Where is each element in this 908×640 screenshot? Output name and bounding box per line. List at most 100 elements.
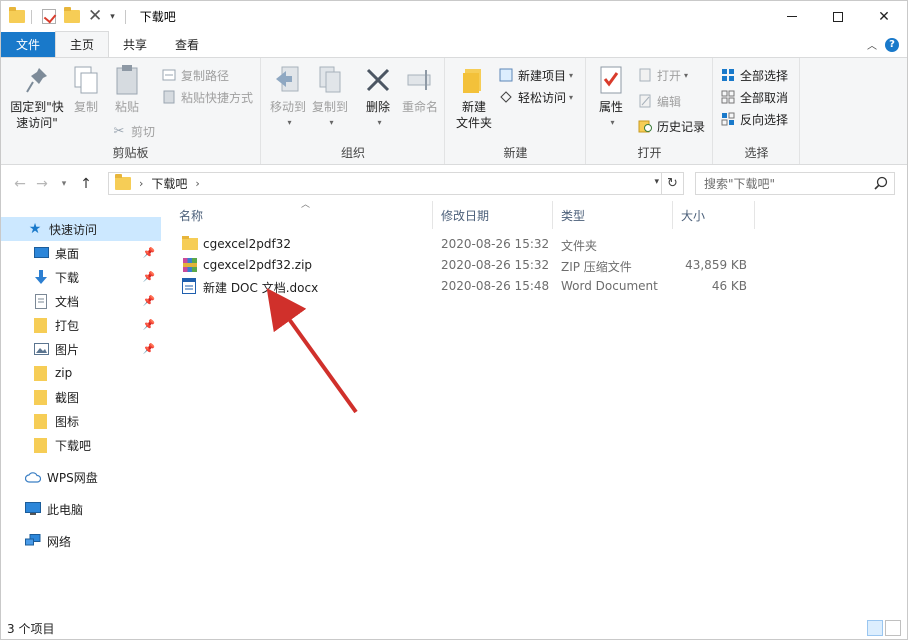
address-dropdown-icon[interactable]: ▾ bbox=[654, 177, 659, 187]
tab-view[interactable]: 查看 bbox=[161, 32, 213, 57]
column-header-size[interactable]: 大小 bbox=[673, 201, 755, 229]
pin-icon[interactable]: 📌 bbox=[143, 248, 155, 259]
sidebar-item-pictures[interactable]: 图片 📌 bbox=[1, 337, 161, 361]
pin-quick-access-button[interactable]: 固定到"快速访问" bbox=[7, 64, 67, 131]
select-all-button[interactable]: 全部选择 bbox=[720, 65, 788, 85]
open-icon bbox=[637, 67, 653, 83]
breadcrumb-separator-icon[interactable]: › bbox=[139, 177, 143, 190]
sidebar-item-label: 打包 bbox=[55, 318, 80, 333]
sidebar-item-icons[interactable]: 图标 bbox=[1, 409, 161, 433]
invert-selection-button[interactable]: 反向选择 bbox=[720, 109, 788, 129]
tab-file[interactable]: 文件 bbox=[1, 32, 56, 57]
recent-chevron-icon[interactable]: ▾ bbox=[53, 179, 75, 189]
maximize-button[interactable] bbox=[815, 1, 861, 32]
sidebar-item-quick-access[interactable]: ★ 快速访问 bbox=[1, 217, 161, 241]
sidebar-item-label: 此电脑 bbox=[47, 502, 84, 517]
up-arrow-icon[interactable]: ↑ bbox=[75, 176, 97, 192]
group-label-new: 新建 bbox=[503, 146, 528, 160]
table-row[interactable]: 新建 DOC 文档.docx 2020-08-26 15:48 Word Doc… bbox=[171, 276, 751, 297]
paste-shortcut-icon bbox=[161, 89, 177, 105]
file-type: Word Document bbox=[561, 279, 658, 293]
paste-icon bbox=[111, 64, 143, 96]
back-arrow-icon[interactable]: ← bbox=[9, 176, 31, 192]
chevron-down-icon: ▾ bbox=[684, 70, 689, 80]
scissors-icon: ✂ bbox=[113, 123, 125, 139]
tab-home[interactable]: 主页 bbox=[55, 31, 110, 57]
sidebar-item-network[interactable]: 网络 bbox=[1, 529, 161, 553]
group-new: 新建 文件夹 新建项目 ▾ 轻松访问 ▾ 新建 bbox=[446, 58, 586, 164]
breadcrumb-separator-icon[interactable]: › bbox=[195, 177, 199, 190]
sidebar-item-label: zip bbox=[55, 366, 73, 380]
pictures-icon bbox=[33, 341, 49, 357]
select-all-icon bbox=[720, 67, 736, 83]
history-button[interactable]: 历史记录 bbox=[637, 116, 705, 136]
computer-icon bbox=[25, 501, 41, 517]
pin-icon[interactable]: 📌 bbox=[143, 320, 155, 331]
column-header-type[interactable]: 类型 bbox=[553, 201, 673, 229]
delete-icon bbox=[362, 64, 394, 96]
sidebar-item-desktop[interactable]: 桌面 📌 bbox=[1, 241, 161, 265]
sidebar-item-screenshots[interactable]: 截图 bbox=[1, 385, 161, 409]
delete-x-icon[interactable]: ✕ bbox=[88, 8, 102, 25]
copy-label: 复制 bbox=[73, 100, 98, 114]
pin-icon[interactable]: 📌 bbox=[143, 272, 155, 283]
select-none-button[interactable]: 全部取消 bbox=[720, 87, 788, 107]
sidebar-item-documents[interactable]: 文档 📌 bbox=[1, 289, 161, 313]
search-placeholder: 搜索"下载吧" bbox=[704, 177, 776, 191]
table-row[interactable]: cgexcel2pdf32.zip 2020-08-26 15:32 ZIP 压… bbox=[171, 255, 751, 276]
copy-to-button[interactable]: 复制到 ▾ bbox=[310, 64, 350, 131]
minimize-button[interactable] bbox=[769, 1, 815, 32]
properties-button[interactable]: 属性 ▾ bbox=[593, 64, 629, 131]
group-label-clipboard: 剪贴板 bbox=[112, 146, 149, 160]
move-to-button[interactable]: 移动到 ▾ bbox=[268, 64, 308, 131]
file-name: cgexcel2pdf32 bbox=[203, 237, 291, 251]
properties-check-icon[interactable] bbox=[42, 9, 56, 24]
chevron-down-icon: ▾ bbox=[569, 92, 574, 102]
table-row[interactable]: cgexcel2pdf32 2020-08-26 15:32 文件夹 bbox=[171, 234, 751, 255]
copy-path-button[interactable]: 复制路径 bbox=[161, 65, 229, 85]
collapse-ribbon-chevron-icon[interactable]: ︿ bbox=[867, 37, 877, 52]
file-date: 2020-08-26 15:32 bbox=[441, 237, 550, 251]
sidebar-item-zip[interactable]: zip bbox=[1, 361, 161, 385]
large-icons-view-icon[interactable] bbox=[885, 620, 901, 636]
column-header-date[interactable]: 修改日期 bbox=[433, 201, 553, 229]
paste-shortcut-button[interactable]: 粘贴快捷方式 bbox=[161, 87, 253, 107]
file-date: 2020-08-26 15:48 bbox=[441, 279, 550, 293]
move-to-icon bbox=[272, 64, 304, 96]
rename-button[interactable]: 重命名 bbox=[400, 64, 440, 115]
close-button[interactable]: ✕ bbox=[861, 1, 907, 32]
sidebar-item-xiazaiba[interactable]: 下载吧 bbox=[1, 433, 161, 457]
open-button[interactable]: 打开 ▾ bbox=[637, 65, 688, 85]
sidebar-item-label: 桌面 bbox=[55, 246, 80, 261]
column-header-name[interactable]: 名称 bbox=[171, 201, 433, 229]
refresh-icon[interactable]: ↻ bbox=[661, 173, 683, 194]
search-input[interactable]: 搜索"下载吧" bbox=[695, 172, 895, 195]
sidebar-item-wps-cloud[interactable]: WPS网盘 bbox=[1, 465, 161, 489]
zip-icon bbox=[182, 257, 198, 273]
tab-share[interactable]: 共享 bbox=[109, 32, 161, 57]
delete-button[interactable]: 删除 ▾ bbox=[362, 64, 394, 131]
new-folder-button[interactable]: 新建 文件夹 bbox=[452, 64, 496, 131]
help-icon[interactable]: ? bbox=[885, 37, 899, 52]
sidebar-item-label: 文档 bbox=[55, 294, 80, 309]
sidebar-item-label: 快速访问 bbox=[49, 222, 98, 237]
new-item-button[interactable]: 新建项目 ▾ bbox=[498, 65, 573, 85]
cut-button[interactable]: ✂ 剪切 bbox=[111, 121, 155, 141]
sidebar-item-label: 截图 bbox=[55, 390, 80, 405]
breadcrumb[interactable]: 下载吧 bbox=[151, 175, 187, 192]
customize-caret-icon[interactable]: ▾ bbox=[110, 12, 115, 22]
address-bar[interactable]: › 下载吧 › ▾ ↻ bbox=[108, 172, 684, 195]
sidebar-item-pack[interactable]: 打包 📌 bbox=[1, 313, 161, 337]
copy-button[interactable]: 复制 bbox=[69, 64, 103, 115]
easy-access-button[interactable]: 轻松访问 ▾ bbox=[498, 87, 573, 107]
sidebar-item-downloads[interactable]: 下载 📌 bbox=[1, 265, 161, 289]
sidebar-item-this-pc[interactable]: 此电脑 bbox=[1, 497, 161, 521]
pin-icon[interactable]: 📌 bbox=[143, 296, 155, 307]
new-folder-icon[interactable] bbox=[64, 7, 80, 23]
file-size: 43,859 KB bbox=[685, 258, 747, 272]
details-view-icon[interactable] bbox=[867, 620, 883, 636]
forward-arrow-icon[interactable]: → bbox=[31, 176, 53, 192]
paste-button[interactable]: 粘贴 bbox=[109, 64, 145, 115]
pin-icon[interactable]: 📌 bbox=[143, 344, 155, 355]
edit-button[interactable]: 编辑 bbox=[637, 91, 681, 111]
